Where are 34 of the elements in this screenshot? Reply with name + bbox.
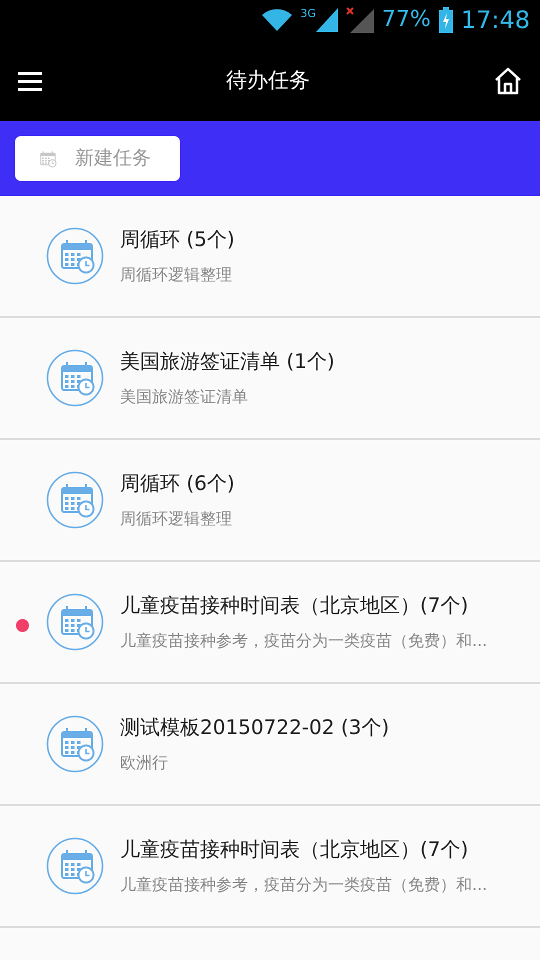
task-description: 美国旅游签证清单 xyxy=(120,387,249,407)
task-item[interactable]: 儿童疫苗接种时间表（北京地区）(7个) 儿童疫苗接种参考，疫苗分为一类疫苗（免费）和... xyxy=(0,806,540,928)
task-description: 儿童疫苗接种参考，疫苗分为一类疫苗（免费）和... xyxy=(120,875,488,895)
task-title: 周循环 (6个) xyxy=(120,471,235,495)
task-item[interactable]: 周循环 (5个) 周循环逻辑整理 xyxy=(0,196,540,318)
task-description: 儿童疫苗接种参考，疫苗分为一类疫苗（免费）和... xyxy=(120,631,488,651)
calendar-clock-icon xyxy=(46,349,104,407)
battery-percent: 77% xyxy=(382,9,431,31)
clock: 17:48 xyxy=(460,8,530,32)
charging-battery-icon xyxy=(438,7,453,33)
home-icon[interactable] xyxy=(494,66,522,94)
signal-icon xyxy=(316,8,338,32)
task-item[interactable]: 周循环 (6个) 周循环逻辑整理 xyxy=(0,440,540,562)
calendar-clock-icon xyxy=(46,227,104,285)
no-signal-icon xyxy=(346,7,374,33)
task-title: 测试模板20150722-02 (3个) xyxy=(120,715,390,739)
task-title: 儿童疫苗接种时间表（北京地区）(7个) xyxy=(120,837,470,861)
task-title: 美国旅游签证清单 (1个) xyxy=(120,349,335,373)
task-description: 周循环逻辑整理 xyxy=(120,265,233,285)
calendar-clock-icon xyxy=(46,837,104,895)
menu-icon[interactable] xyxy=(18,70,42,92)
wifi-icon xyxy=(262,8,292,32)
task-item[interactable]: 儿童疫苗接种时间表（北京地区）(7个) 儿童疫苗接种参考，疫苗分为一类疫苗（免费）和... xyxy=(0,562,540,684)
network-type: 3G xyxy=(300,8,316,19)
task-description: 欧洲行 xyxy=(120,753,169,773)
task-description: 周循环逻辑整理 xyxy=(120,509,233,529)
task-title: 儿童疫苗接种时间表（北京地区）(7个) xyxy=(120,593,470,617)
task-item[interactable]: 测试模板20150722-02 (3个) 欧洲行 xyxy=(0,684,540,806)
task-item[interactable]: 美国旅游签证清单 (1个) 美国旅游签证清单 xyxy=(0,318,540,440)
calendar-clock-icon xyxy=(46,593,104,651)
calendar-clock-icon xyxy=(46,715,104,773)
page-title: 待办任务 xyxy=(226,66,310,94)
task-title: 周循环 (5个) xyxy=(120,227,235,251)
calendar-clock-icon xyxy=(46,471,104,529)
